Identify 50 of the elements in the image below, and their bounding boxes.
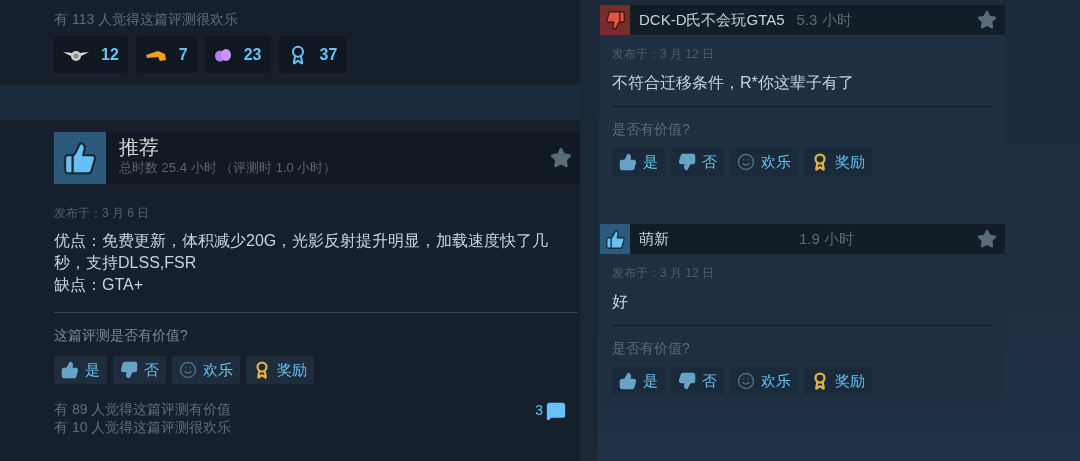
vote-button[interactable]: 奖励 xyxy=(804,148,872,176)
thumbs-down-icon xyxy=(120,361,138,379)
helpful-prompt: 是否有价值? xyxy=(612,120,691,139)
review-text: 缺点：GTA+ xyxy=(54,275,145,295)
star-icon[interactable] xyxy=(550,147,572,169)
ribbon-icon xyxy=(253,361,271,379)
helpful-count-text: 有 89 人觉得这篇评测有价值 xyxy=(54,400,233,418)
helpful-count-text: 有 10 人觉得这篇评测很欢乐 xyxy=(54,418,233,436)
vote-button[interactable]: 否 xyxy=(671,367,724,395)
vote-button[interactable]: 奖励 xyxy=(246,356,314,384)
author-name[interactable]: 萌新 xyxy=(639,227,669,251)
vote-button[interactable]: 奖励 xyxy=(804,367,872,395)
helpful-prompt: 这篇评测是否有价值? xyxy=(54,326,189,345)
verdict-title: 推荐 xyxy=(119,135,160,160)
review-text: 优点：免费更新，体积减少20G，光影反射提升明显，加载速度快了几秒，支持DLSS,FSR xyxy=(54,231,550,273)
thumbs-down-icon xyxy=(600,5,630,35)
star-icon[interactable] xyxy=(977,229,997,249)
review-text: 好 xyxy=(612,292,629,312)
vote-button[interactable]: 是 xyxy=(612,367,665,395)
vote-button[interactable]: 否 xyxy=(113,356,166,384)
star-icon[interactable] xyxy=(977,10,997,30)
ribbon-icon xyxy=(811,372,829,390)
thumbs-down-icon xyxy=(678,372,696,390)
thumbs-up-icon xyxy=(619,153,637,171)
award-badge[interactable]: 23 xyxy=(204,36,271,73)
playtime-text: 1.9 小时 xyxy=(799,228,855,249)
vote-button[interactable]: 是 xyxy=(54,356,107,384)
author-name[interactable]: DCK-D氏不会玩GTA5 xyxy=(639,8,785,32)
playtime-text: 5.3 小时 xyxy=(796,9,852,30)
thumbs-up-icon xyxy=(54,132,106,184)
review-text: 不符合迁移条件，R*你这辈子有了 xyxy=(612,73,855,93)
thumbs-down-icon xyxy=(678,153,696,171)
helpful-prompt: 是否有价值? xyxy=(612,339,691,358)
petals-icon xyxy=(213,47,232,62)
thumbs-up-icon xyxy=(61,361,79,379)
thumbs-up-icon xyxy=(619,372,637,390)
award-badge[interactable]: 7 xyxy=(135,36,197,73)
award-badge[interactable]: 37 xyxy=(278,36,347,73)
helpful-count-text: 有 113 人觉得这篇评测很欢乐 xyxy=(54,11,240,28)
vote-button[interactable]: 欢乐 xyxy=(730,148,798,176)
award-badge[interactable]: 12 xyxy=(54,36,128,73)
vote-button[interactable]: 欢乐 xyxy=(730,367,798,395)
smiley-icon xyxy=(737,153,755,171)
vote-button[interactable]: 欢乐 xyxy=(172,356,240,384)
smiley-icon xyxy=(737,372,755,390)
playtime-text: 总时数 25.4 小时 （评测时 1.0 小时） xyxy=(119,160,338,176)
vote-button[interactable]: 否 xyxy=(671,148,724,176)
vote-button[interactable]: 是 xyxy=(612,148,665,176)
ribbon-icon xyxy=(811,153,829,171)
smiley-icon xyxy=(179,361,197,379)
